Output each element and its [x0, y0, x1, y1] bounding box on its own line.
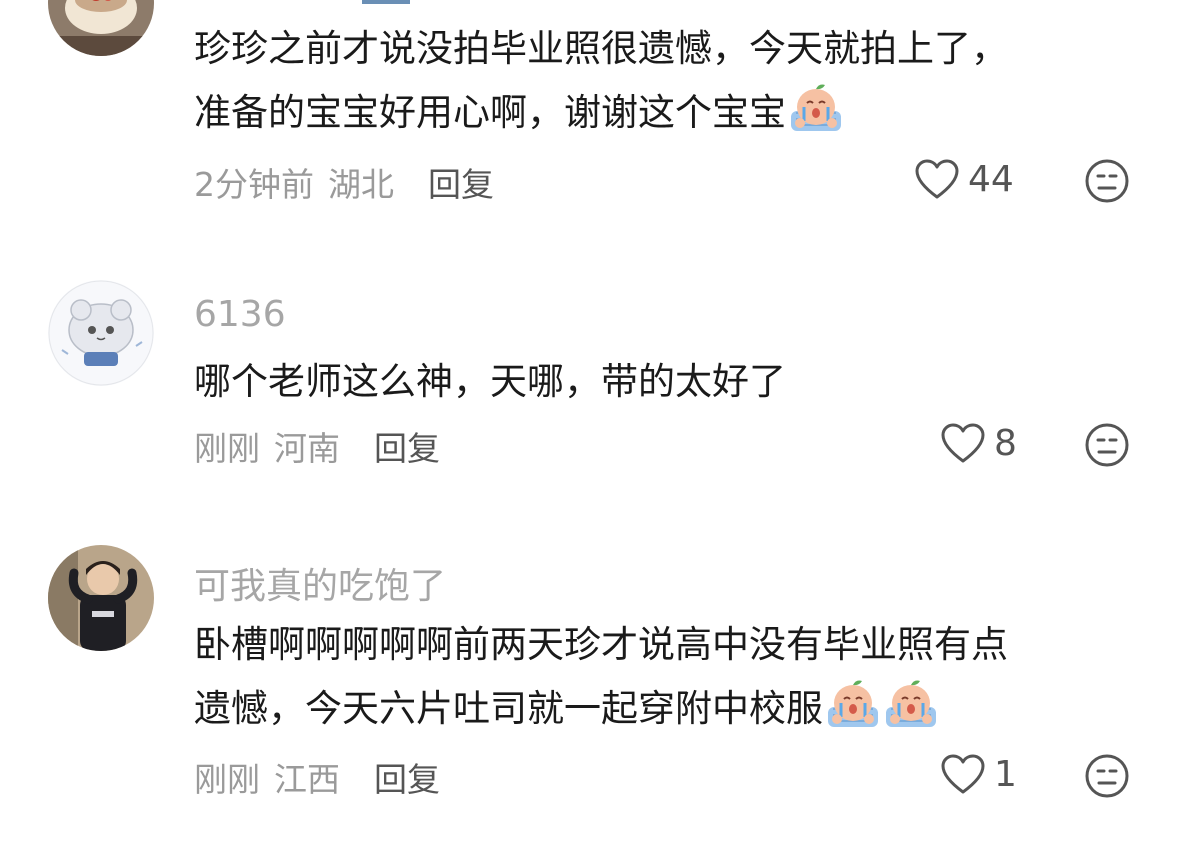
username[interactable]: 6136 — [194, 294, 286, 335]
comment-text-line: 卧槽啊啊啊啊啊前两天珍才说高中没有毕业照有点 — [194, 623, 1008, 666]
comment-meta: 刚刚 河南 回复 — [194, 422, 454, 470]
comment-text-line: 遗憾，今天六片吐司就一起穿附中校服 — [194, 677, 1154, 741]
heart-outline-icon — [941, 754, 985, 794]
comment-meta: 2分钟前 湖北 回复 — [194, 158, 508, 206]
comment-meta: 刚刚 江西 回复 — [194, 753, 454, 801]
avatar[interactable] — [48, 545, 154, 651]
username[interactable]: 可我真的吃饱了 — [194, 557, 446, 609]
crying-peach-emoji — [788, 83, 844, 133]
like-button[interactable]: 8 — [940, 422, 1017, 464]
reply-button[interactable]: 回复 — [428, 165, 494, 204]
comment-location: 河南 — [274, 429, 340, 468]
comment-item: 可我真的吃饱了 卧槽啊啊啊啊啊前两天珍才说高中没有毕业照有点 遗憾，今天六片吐司… — [0, 535, 1179, 855]
like-count: 8 — [994, 422, 1017, 464]
heart-outline-icon — [915, 159, 959, 199]
like-count: 1 — [994, 753, 1017, 795]
meh-face-icon[interactable] — [1084, 422, 1130, 468]
comment-text: 卧槽啊啊啊啊啊前两天珍才说高中没有毕业照有点 遗憾，今天六片吐司就一起穿附中校服 — [194, 613, 1154, 741]
comment-time: 刚刚 — [194, 760, 260, 799]
avatar[interactable] — [48, 280, 154, 386]
comment-time: 2分钟前 — [194, 165, 314, 204]
crying-peach-emoji — [825, 679, 881, 729]
heart-outline-icon — [941, 423, 985, 463]
comment-location: 江西 — [274, 760, 340, 799]
reply-button[interactable]: 回复 — [374, 429, 440, 468]
comment-list: 珍珍之前才说没拍毕业照很遗憾，今天就拍上了， 准备的宝宝好用心啊，谢谢这个宝宝 … — [0, 0, 1179, 855]
like-button[interactable]: 44 — [914, 158, 1014, 200]
comment-text-line: 准备的宝宝好用心啊，谢谢这个宝宝 — [194, 81, 1154, 145]
comment-location: 湖北 — [328, 165, 394, 204]
avatar[interactable] — [48, 0, 154, 56]
comment-text-line: 哪个老师这么神，天哪，带的太好了 — [194, 360, 786, 403]
like-button[interactable]: 1 — [940, 753, 1017, 795]
comment-text: 珍珍之前才说没拍毕业照很遗憾，今天就拍上了， 准备的宝宝好用心啊，谢谢这个宝宝 — [194, 17, 1154, 145]
comment-time: 刚刚 — [194, 429, 260, 468]
comment-text-line: 珍珍之前才说没拍毕业照很遗憾，今天就拍上了， — [194, 27, 1008, 70]
meh-face-icon[interactable] — [1084, 753, 1130, 799]
comment-text: 哪个老师这么神，天哪，带的太好了 — [194, 350, 1154, 414]
comment-item: 6136 哪个老师这么神，天哪，带的太好了 刚刚 河南 回复 8 — [0, 270, 1179, 490]
like-count: 44 — [968, 158, 1014, 200]
crying-peach-emoji — [883, 679, 939, 729]
meh-face-icon[interactable] — [1084, 158, 1130, 204]
comment-item: 珍珍之前才说没拍毕业照很遗憾，今天就拍上了， 准备的宝宝好用心啊，谢谢这个宝宝 … — [0, 0, 1179, 230]
reply-button[interactable]: 回复 — [374, 760, 440, 799]
